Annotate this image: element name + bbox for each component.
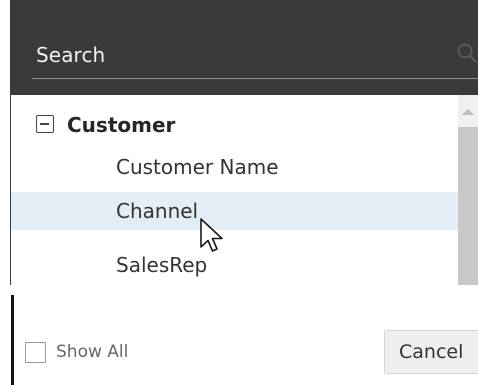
arrow-pointer-icon	[200, 218, 223, 252]
cancel-button[interactable]: Cancel	[384, 330, 478, 374]
tree-item-salesrep[interactable]: SalesRep	[11, 246, 458, 284]
show-all-checkbox[interactable]	[25, 342, 46, 363]
scroll-thumb[interactable]	[458, 127, 478, 285]
show-all-label[interactable]: Show All	[56, 342, 128, 362]
search-underline	[32, 78, 478, 79]
tree-group-customer[interactable]: Customer	[11, 106, 458, 144]
tree-scrollbar[interactable]	[458, 95, 478, 285]
tree-item-label: SalesRep	[116, 253, 208, 277]
field-picker-panel: Search Customer Customer Name Channel Sa…	[0, 0, 478, 385]
tree-item-channel[interactable]: Channel	[11, 192, 458, 230]
tree-group-label: Customer	[67, 113, 176, 137]
tree-item-label: Customer Name	[116, 155, 279, 179]
search-header: Search	[10, 0, 478, 95]
tree-item-customer-name[interactable]: Customer Name	[11, 148, 458, 186]
field-tree: Customer Customer Name Channel SalesRep	[10, 95, 458, 285]
scroll-up-arrow-icon[interactable]	[462, 109, 474, 115]
search-icon[interactable]	[456, 42, 478, 64]
search-input[interactable]: Search	[36, 43, 105, 67]
tree-item-label: Channel	[116, 199, 199, 223]
collapse-minus-icon[interactable]	[36, 115, 54, 133]
panel-edge	[11, 295, 14, 385]
